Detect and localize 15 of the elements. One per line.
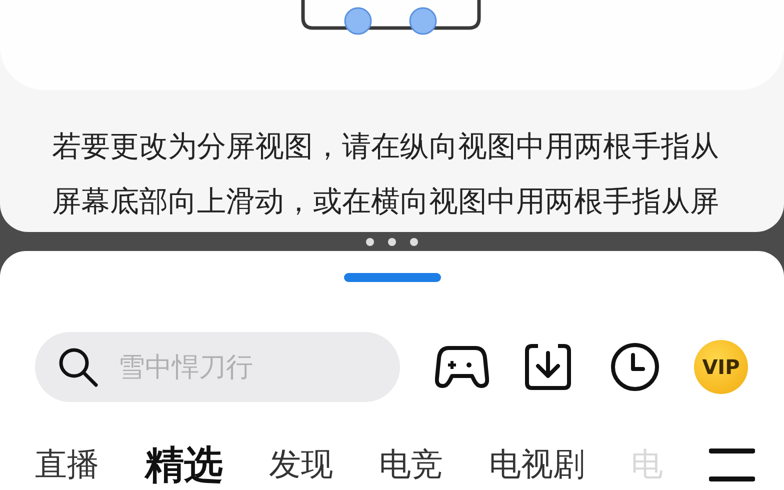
category-tab[interactable]: 发现: [269, 443, 333, 487]
gamepad-icon[interactable]: [435, 345, 489, 389]
vip-badge[interactable]: VIP: [694, 340, 748, 394]
clock-icon[interactable]: [610, 342, 660, 392]
drag-handle[interactable]: [344, 273, 440, 282]
search-field[interactable]: 雪中悍刀行: [35, 332, 400, 402]
category-tab[interactable]: 直播: [35, 443, 99, 487]
category-tab[interactable]: 电竞: [379, 443, 443, 487]
category-tab[interactable]: 精选: [145, 438, 223, 490]
search-icon: [57, 346, 99, 388]
menu-icon[interactable]: [709, 448, 755, 482]
dots-icon[interactable]: [365, 236, 419, 247]
instruction-text: 若要更改为分屏视图，请在纵向视图中用两根手指从屏幕底部向上滑动，或在横向视图中用两根手指从屏: [52, 128, 719, 220]
download-icon[interactable]: [524, 343, 572, 391]
category-tab[interactable]: 电视剧: [489, 443, 585, 487]
